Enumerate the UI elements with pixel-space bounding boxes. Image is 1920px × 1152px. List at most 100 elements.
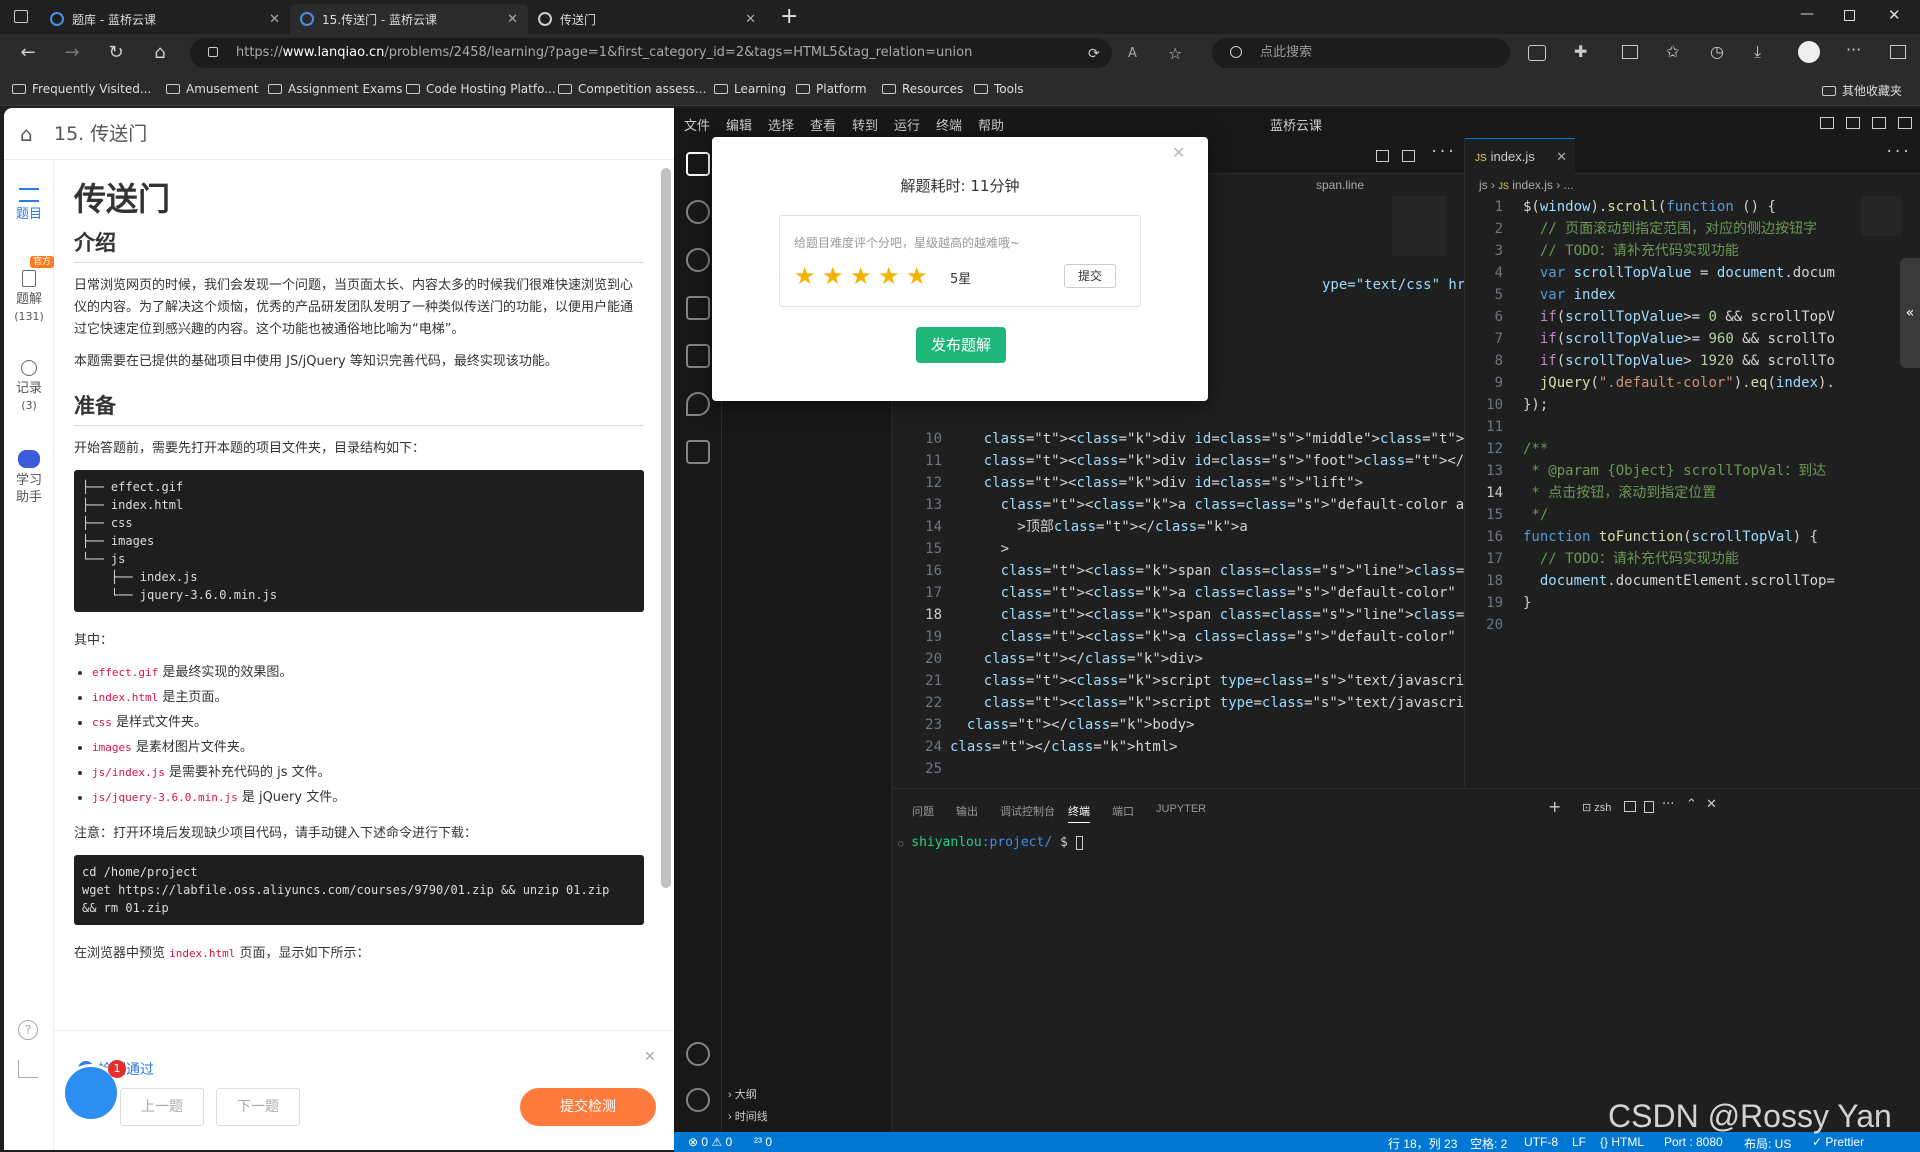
status-spaces[interactable]: 空格: 2 xyxy=(1470,1135,1507,1152)
close-icon[interactable]: ✕ xyxy=(745,12,756,27)
new-terminal-icon[interactable]: + xyxy=(1548,797,1561,816)
bookmark-competition[interactable]: Competition assess... xyxy=(558,82,706,96)
collapse-panel-handle[interactable]: « xyxy=(1900,258,1920,368)
terminal-shell[interactable]: ⊡ zsh xyxy=(1582,801,1611,814)
panel-tab-output[interactable]: 输出 xyxy=(956,803,978,819)
browser-tab-2[interactable]: 15.传送门 - 蓝桥云课 ✕ xyxy=(290,4,528,34)
menu-item[interactable]: 帮助 xyxy=(978,115,1004,134)
star-icon[interactable]: ★ xyxy=(878,264,900,288)
menu-item[interactable]: 终端 xyxy=(936,115,962,134)
more-icon[interactable]: ··· xyxy=(1662,797,1674,812)
menu-item[interactable]: 运行 xyxy=(894,115,920,134)
chart-icon[interactable] xyxy=(18,1060,38,1078)
bookmark-code-hosting[interactable]: Code Hosting Platfo... xyxy=(406,82,556,96)
menu-item[interactable]: 转到 xyxy=(852,115,878,134)
menu-item[interactable]: 文件 xyxy=(684,115,710,134)
close-icon[interactable]: ✕ xyxy=(269,12,280,27)
sidebar-item-assistant[interactable]: 学习 助手 xyxy=(4,450,54,506)
star-icon[interactable]: ★ xyxy=(794,264,816,288)
breadcrumb[interactable]: js › JS index.js › ... xyxy=(1479,174,1574,196)
run-debug-icon[interactable] xyxy=(686,296,710,320)
extensions-icon[interactable] xyxy=(686,344,710,368)
puzzle-icon[interactable]: ✚ xyxy=(1574,42,1587,61)
split-screen-icon[interactable] xyxy=(1622,45,1638,59)
close-icon[interactable]: ✕ xyxy=(507,12,518,27)
layout-icon[interactable] xyxy=(1820,117,1834,129)
menu-item[interactable]: 选择 xyxy=(768,115,794,134)
rating-submit-button[interactable]: 提交 xyxy=(1064,264,1116,288)
bookmark-tools[interactable]: Tools xyxy=(974,82,1024,96)
publish-solution-button[interactable]: 发布题解 xyxy=(916,327,1006,363)
read-aloud-icon[interactable]: A xyxy=(1128,46,1137,61)
star-icon[interactable]: ★ xyxy=(850,264,872,288)
panel-tab-ports[interactable]: 端口 xyxy=(1112,803,1134,819)
layout-icon[interactable] xyxy=(1898,117,1912,129)
maximize-panel-icon[interactable]: ⌃ xyxy=(1686,797,1697,812)
forward-button[interactable]: → xyxy=(60,42,84,63)
star-icon[interactable]: ★ xyxy=(906,264,928,288)
status-layout[interactable]: 布局: US xyxy=(1744,1135,1791,1152)
menu-item[interactable]: 编辑 xyxy=(726,115,752,134)
status-ports[interactable]: ²³ 0 xyxy=(754,1135,772,1149)
star-icon[interactable]: ★ xyxy=(822,264,844,288)
translate-icon[interactable]: ⟳ xyxy=(1088,46,1100,62)
address-input[interactable]: https://www.lanqiao.cn/problems/2458/lea… xyxy=(190,38,1112,68)
browser-tab-3[interactable]: 传送门 ✕ xyxy=(528,4,766,34)
split-editor-icon[interactable] xyxy=(1376,150,1389,162)
tab-index-js[interactable]: JS index.js ✕ xyxy=(1465,138,1575,174)
next-button[interactable]: 下一题 xyxy=(216,1088,300,1126)
notebook-icon[interactable] xyxy=(686,440,710,464)
tab-actions-icon[interactable] xyxy=(14,10,28,23)
avatar[interactable] xyxy=(1798,41,1820,63)
panel-tab-jupyter[interactable]: JUPYTER xyxy=(1156,803,1206,815)
panel-tab-terminal[interactable]: 终端 xyxy=(1068,803,1090,823)
layout-icon[interactable] xyxy=(1872,117,1886,129)
back-button[interactable]: ← xyxy=(16,42,40,63)
source-control-icon[interactable] xyxy=(686,248,710,272)
close-icon[interactable]: ✕ xyxy=(1556,139,1567,175)
more-icon[interactable]: ··· xyxy=(1846,40,1861,59)
status-position[interactable]: 行 18，列 23 xyxy=(1388,1135,1457,1152)
js-editor[interactable]: JS index.js ✕ ··· js › JS index.js › ... 1… xyxy=(1464,138,1920,788)
browser-tab-1[interactable]: 题库 - 蓝桥云课 ✕ xyxy=(40,4,290,34)
extension-icon[interactable] xyxy=(1528,45,1546,61)
bookmark-assignment-exams[interactable]: Assignment Exams xyxy=(268,82,402,96)
status-eol[interactable]: LF xyxy=(1572,1135,1586,1149)
search-icon[interactable] xyxy=(686,200,710,224)
mongodb-icon[interactable] xyxy=(686,392,710,416)
panel-tab-problems[interactable]: 问题 xyxy=(912,803,934,819)
more-icon[interactable]: ··· xyxy=(1885,144,1910,160)
favorites-icon[interactable]: ✩ xyxy=(1666,42,1679,61)
search-input[interactable]: 点此搜索 xyxy=(1212,38,1510,68)
close-icon[interactable]: ✕ xyxy=(644,1049,656,1065)
favorite-star-icon[interactable]: ☆ xyxy=(1168,44,1182,63)
bookmark-frequently-visited[interactable]: Frequently Visited... xyxy=(12,82,151,96)
panel-tab-debug-console[interactable]: 调试控制台 xyxy=(1000,803,1055,819)
status-errors[interactable]: ⊗ 0 ⚠ 0 xyxy=(688,1135,732,1149)
bookmark-amusement[interactable]: Amusement xyxy=(166,82,259,96)
breadcrumb[interactable]: span.line xyxy=(1316,174,1364,196)
close-icon[interactable]: ✕ xyxy=(1172,143,1185,162)
prev-button[interactable]: 上一题 xyxy=(120,1088,204,1126)
split-terminal-icon[interactable] xyxy=(1624,801,1636,812)
close-panel-icon[interactable]: ✕ xyxy=(1706,797,1717,812)
reload-button[interactable]: ↻ xyxy=(104,42,128,63)
bookmark-other[interactable]: 其他收藏夹 xyxy=(1822,82,1902,99)
status-prettier[interactable]: ✓ Prettier xyxy=(1812,1135,1864,1149)
settings-gear-icon[interactable] xyxy=(686,1088,710,1112)
history-icon[interactable]: ◷ xyxy=(1710,42,1724,61)
home-button[interactable]: ⌂ xyxy=(148,42,172,63)
status-port[interactable]: Port : 8080 xyxy=(1664,1135,1723,1149)
bookmark-resources[interactable]: Resources xyxy=(882,82,963,96)
sidebar-item-records[interactable]: 记录 (3) xyxy=(4,360,54,414)
layout-icon[interactable] xyxy=(1846,117,1860,129)
home-icon[interactable]: ⌂ xyxy=(20,108,33,160)
submit-check-button[interactable]: 提交检测 xyxy=(520,1088,656,1126)
content-scrollbar[interactable] xyxy=(661,168,671,888)
status-encoding[interactable]: UTF-8 xyxy=(1524,1135,1558,1149)
minimize-button[interactable]: — xyxy=(1800,6,1814,22)
close-window-button[interactable]: ✕ xyxy=(1888,6,1901,24)
downloads-icon[interactable]: ⤓ xyxy=(1754,42,1761,62)
outline-section[interactable]: › 大纲 xyxy=(728,1086,757,1102)
bookmark-learning[interactable]: Learning xyxy=(714,82,786,96)
